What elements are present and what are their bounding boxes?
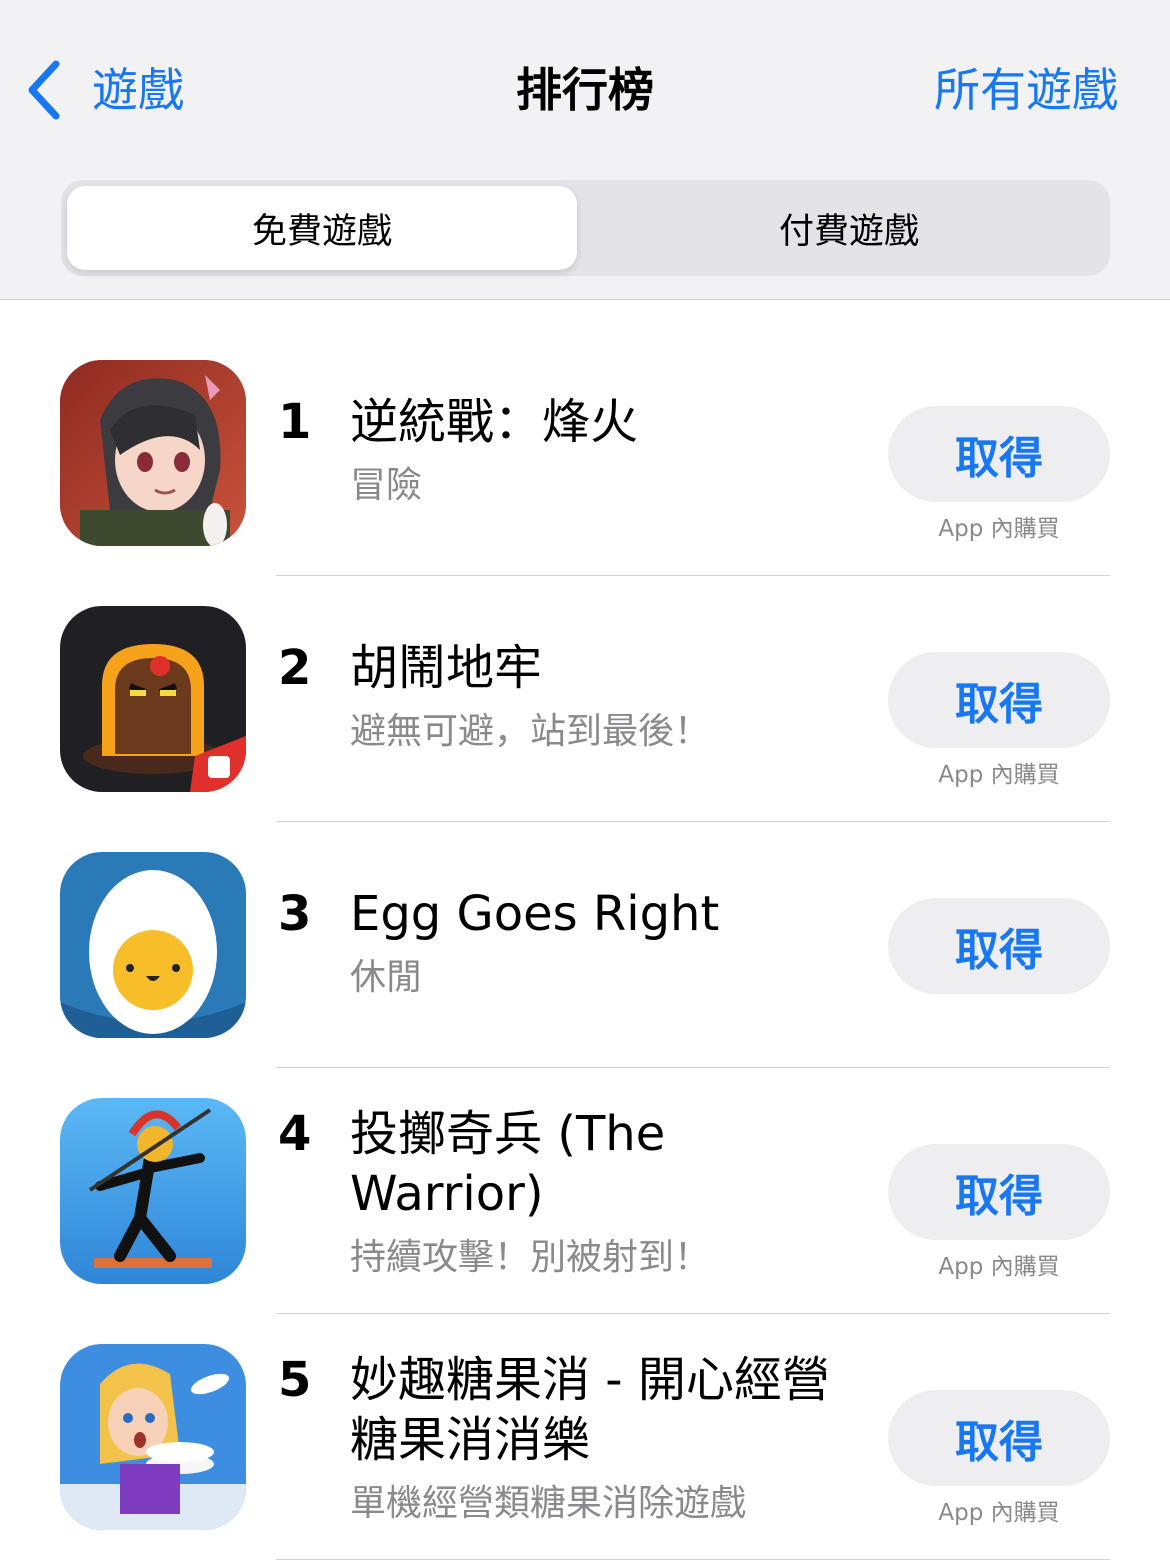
list-item[interactable]: 3 Egg Goes Right 休閒 取得 [0, 822, 1170, 1068]
get-button[interactable]: 取得 [888, 406, 1110, 502]
rank-number: 1 [278, 394, 312, 450]
all-games-button[interactable]: 所有遊戲 [934, 58, 1118, 122]
get-button[interactable]: 取得 [888, 1390, 1110, 1486]
list-item[interactable]: 5 妙趣糖果消 - 開心經營糖果消消樂 單機經營類糖果消除遊戲 取得 App 內… [0, 1314, 1170, 1560]
app-title[interactable]: 逆統戰：烽火 [350, 392, 870, 452]
get-button[interactable]: 取得 [888, 898, 1110, 994]
segment-paid-games[interactable]: 付費遊戲 [594, 186, 1104, 270]
app-title[interactable]: 胡鬧地牢 [350, 638, 870, 698]
divider [276, 1559, 1110, 1560]
rank-number: 3 [278, 886, 312, 942]
back-button[interactable]: 遊戲 [24, 58, 184, 122]
chevron-left-icon [28, 60, 60, 120]
in-app-purchase-label: App 內購買 [938, 516, 1060, 542]
list-item[interactable]: 1 逆統戰：烽火 冒險 取得 App 內購買 [0, 330, 1170, 576]
get-button[interactable]: 取得 [888, 652, 1110, 748]
nav-header: 遊戲 排行榜 所有遊戲 免費遊戲 付費遊戲 [0, 0, 1170, 300]
app-subtitle: 休閒 [350, 957, 423, 998]
rank-number: 5 [278, 1352, 312, 1408]
anime-girl-icon[interactable] [60, 360, 246, 546]
rank-number: 4 [278, 1106, 312, 1162]
rank-number: 2 [278, 640, 312, 696]
dungeon-character-icon[interactable] [60, 606, 246, 792]
get-button[interactable]: 取得 [888, 1144, 1110, 1240]
app-subtitle: 持續攻擊！別被射到！ [350, 1237, 711, 1278]
app-title[interactable]: Egg Goes Right [350, 884, 870, 944]
in-app-purchase-label: App 內購買 [938, 1254, 1060, 1280]
waitress-plates-icon[interactable] [60, 1344, 246, 1530]
app-subtitle: 避無可避，站到最後！ [350, 711, 711, 752]
back-label[interactable]: 遊戲 [92, 58, 184, 122]
app-subtitle: 冒險 [350, 465, 423, 506]
app-title[interactable]: 妙趣糖果消 - 開心經營糖果消消樂 [350, 1350, 870, 1470]
egg-icon[interactable] [60, 852, 246, 1038]
in-app-purchase-label: App 內購買 [938, 762, 1060, 788]
app-subtitle: 單機經營類糖果消除遊戲 [350, 1483, 747, 1524]
list-item[interactable]: 2 胡鬧地牢 避無可避，站到最後！ 取得 App 內購買 [0, 576, 1170, 822]
list-item[interactable]: 4 投擲奇兵 (The Warrior) 持續攻擊！別被射到！ 取得 App 內… [0, 1068, 1170, 1314]
segment-free-games[interactable]: 免費遊戲 [67, 186, 577, 270]
spartan-warrior-icon[interactable] [60, 1098, 246, 1284]
segmented-control: 免費遊戲 付費遊戲 [61, 180, 1110, 276]
in-app-purchase-label: App 內購買 [938, 1500, 1060, 1526]
app-title[interactable]: 投擲奇兵 (The Warrior) [350, 1104, 870, 1224]
page-title: 排行榜 [516, 63, 654, 117]
